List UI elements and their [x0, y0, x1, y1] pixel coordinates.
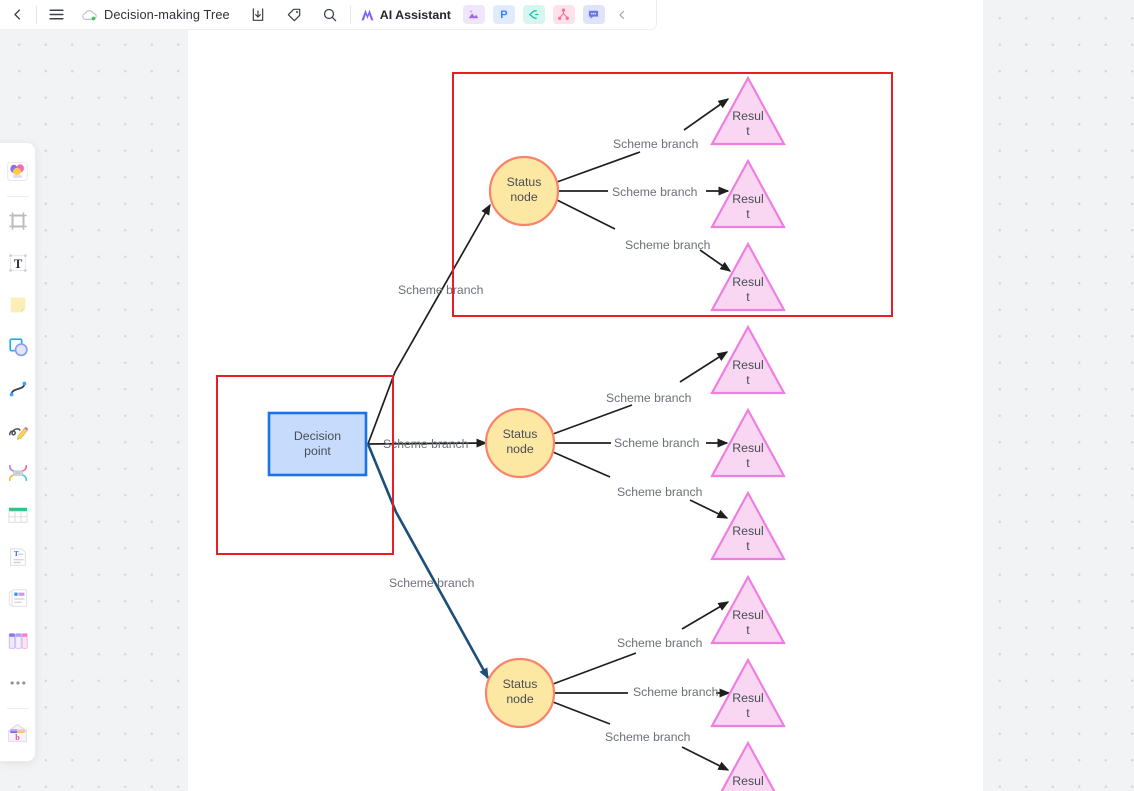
whiteboard-app: Decision point Status node Status node S… [0, 0, 1134, 791]
back-button[interactable] [0, 0, 34, 30]
sidebar-item-table[interactable] [3, 500, 33, 530]
result-node-7[interactable] [710, 574, 786, 645]
comment-app-icon[interactable] [582, 5, 605, 24]
presentation-app-icon[interactable]: P [492, 5, 515, 24]
export-button[interactable] [240, 0, 276, 30]
toolbar-divider-1 [36, 5, 37, 24]
edges-root [366, 203, 491, 680]
sidebar-item-connector[interactable] [3, 374, 33, 404]
sidebar-item-sticky-note[interactable] [3, 290, 33, 320]
sidebar-item-relation[interactable] [3, 458, 33, 488]
kanban-icon [8, 633, 28, 649]
result-node-6[interactable] [710, 490, 786, 561]
edge-top-1a[interactable] [556, 151, 641, 183]
status-circles [484, 155, 560, 729]
tag-button[interactable] [276, 0, 312, 30]
export-download-icon [252, 7, 264, 21]
edges-status-middle [552, 351, 729, 519]
edge-mid-3a[interactable] [552, 451, 611, 478]
relation-icon [8, 464, 27, 482]
tag-icon [287, 8, 301, 21]
edge-bot-1a[interactable] [552, 652, 637, 685]
more-dots-icon [10, 681, 25, 685]
edges-status-bottom [552, 601, 731, 771]
diagram-svg [267, 75, 786, 791]
ai-assistant-label: AI Assistant [379, 7, 451, 22]
hamburger-menu-icon [48, 9, 64, 20]
status-node-top[interactable] [488, 155, 560, 227]
tool-sidebar: T T b [0, 142, 36, 762]
sidebar-item-more[interactable] [3, 668, 33, 698]
ai-sparkle-icon [361, 9, 374, 20]
result-node-1[interactable] [710, 75, 786, 146]
templates-icon [7, 161, 28, 181]
edge-top-3b[interactable] [699, 249, 732, 272]
edges-status-top [556, 98, 732, 272]
svg-text:T: T [13, 257, 22, 271]
table-icon [7, 507, 28, 523]
text-icon: T [8, 254, 27, 272]
edge-mid-1a[interactable] [552, 404, 633, 435]
search-icon [323, 8, 337, 21]
presentation-letter-icon: P [500, 8, 508, 21]
edge-root-to-status-top[interactable] [367, 203, 491, 445]
sidebar-item-templates[interactable] [3, 156, 33, 186]
sidebar-item-shapes[interactable] [3, 332, 33, 362]
search-button[interactable] [312, 0, 348, 30]
document-title: Decision-making Tree [104, 7, 230, 22]
decision-point-node[interactable] [267, 411, 368, 477]
cloud-synced-icon [82, 9, 97, 20]
card-icon [8, 589, 27, 607]
sidebar-item-pen[interactable] [3, 416, 33, 446]
decision-tree-diagram: Decision point Status node Status node S… [0, 0, 1134, 791]
status-node-bottom[interactable] [484, 657, 556, 729]
svg-text:b: b [15, 732, 20, 741]
sidebar-item-card[interactable] [3, 584, 33, 614]
chevron-left-collapse-icon [619, 10, 624, 19]
sidebar-item-frame[interactable] [3, 206, 33, 236]
mindmap-icon [529, 10, 539, 19]
sidebar-item-text[interactable]: T [3, 248, 33, 278]
flowchart-app-icon[interactable] [552, 5, 575, 24]
edge-top-3a[interactable] [556, 199, 616, 230]
flowchart-icon [558, 8, 570, 20]
sidebar-divider-2 [6, 708, 29, 709]
result-node-3[interactable] [710, 241, 786, 312]
sticky-note-icon [10, 297, 25, 313]
result-triangles [710, 75, 786, 791]
chevron-left-icon [13, 9, 20, 20]
sidebar-item-doc[interactable]: T [3, 542, 33, 572]
sidebar-divider-1 [6, 196, 29, 197]
image-icon [469, 10, 479, 19]
status-node-middle[interactable] [484, 407, 556, 479]
frame-icon [8, 212, 27, 230]
result-node-4[interactable] [710, 324, 786, 395]
toolbar-divider-2 [349, 5, 351, 24]
edge-bot-3a[interactable] [552, 701, 611, 725]
edge-root-to-status-middle[interactable] [367, 438, 488, 448]
sidebar-item-upload[interactable]: b [3, 718, 33, 748]
collapse-toolbar-button[interactable] [609, 0, 635, 30]
image-app-icon[interactable] [462, 5, 485, 24]
document-title-area[interactable]: Decision-making Tree [73, 0, 240, 30]
edge-root-to-status-bottom[interactable] [366, 443, 490, 680]
document-icon: T [9, 548, 26, 566]
edge-mid-3b[interactable] [689, 499, 729, 519]
edge-bot-3b[interactable] [681, 746, 730, 771]
pen-icon [8, 426, 28, 440]
result-node-2[interactable] [710, 158, 786, 229]
mindmap-app-icon[interactable] [522, 5, 545, 24]
upload-box-icon: b [7, 723, 28, 742]
shapes-icon [8, 338, 28, 357]
comment-icon [589, 10, 599, 19]
ai-assistant-button[interactable]: AI Assistant [353, 0, 459, 30]
main-menu-button[interactable] [39, 0, 73, 30]
connector-icon [9, 381, 26, 397]
sidebar-item-kanban[interactable] [3, 626, 33, 656]
top-toolbar: Decision-making Tree AI Assistant P [0, 0, 657, 30]
